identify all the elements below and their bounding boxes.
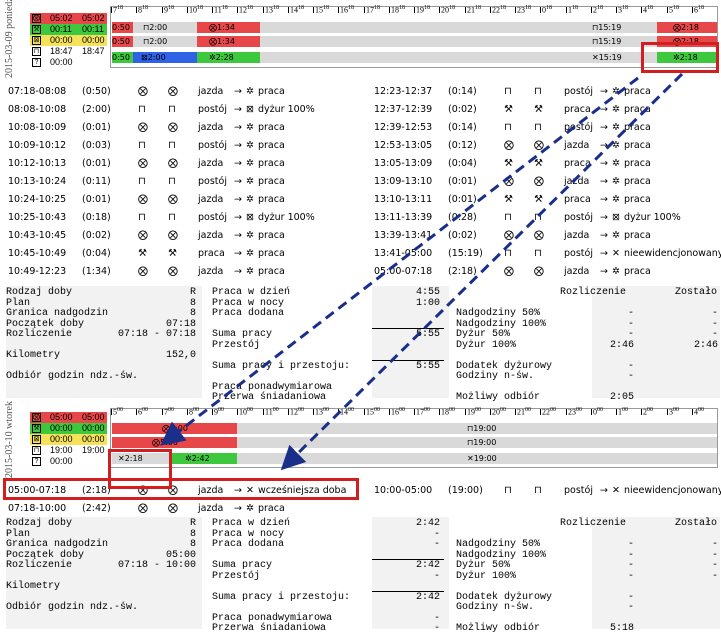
arrow-to-event bbox=[280, 72, 684, 471]
connector-arrows bbox=[160, 72, 684, 471]
arrow-to-timeline bbox=[160, 76, 639, 446]
